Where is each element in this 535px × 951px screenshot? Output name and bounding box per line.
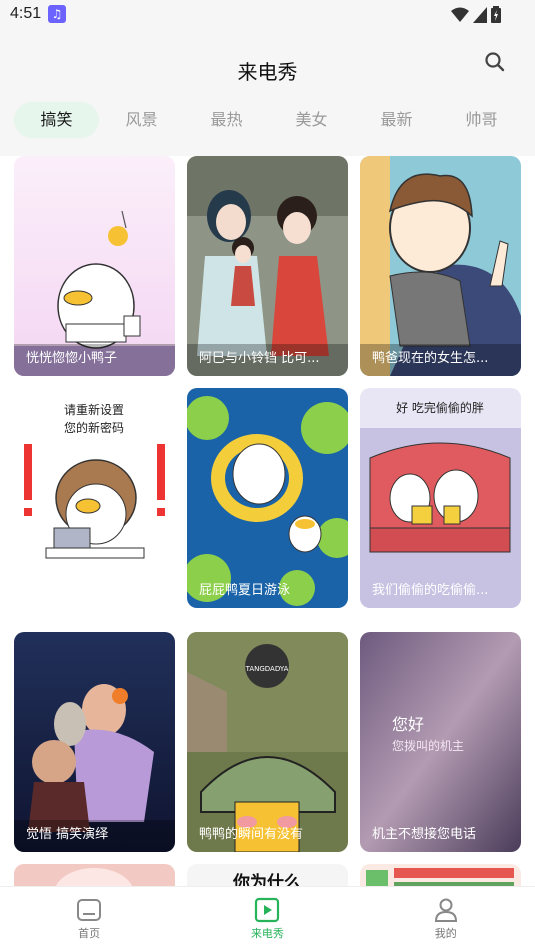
nav-home-label: 首页: [78, 927, 101, 940]
page-title: 来电秀: [237, 60, 298, 84]
card-title: 恍恍惚惚小鸭子: [14, 344, 175, 376]
card-thumbnail: [360, 864, 521, 886]
card-art-text: 您好: [392, 715, 424, 734]
video-card[interactable]: 鸭爸现在的女生怎...: [360, 156, 521, 376]
video-card[interactable]: [14, 864, 175, 886]
tab-hottest[interactable]: 最热: [184, 102, 269, 138]
wifi-icon: [451, 7, 469, 22]
video-card[interactable]: 好 吃完偷偷的胖 我们偷偷的吃偷偷...: [360, 388, 521, 608]
card-thumbnail: [14, 156, 175, 376]
card-thumbnail: 您好 您拨叫的机主: [360, 632, 521, 852]
video-card[interactable]: 你为什么: [187, 864, 348, 886]
card-title: 鸭鸭的瞬间有没有: [199, 827, 304, 842]
bottom-nav: 首页 来电秀 我的: [0, 886, 535, 951]
card-title: 我们偷偷的吃偷偷...: [372, 583, 489, 598]
card-title: 机主不想接您电话: [372, 827, 477, 842]
music-note-icon: ♫: [48, 5, 66, 23]
card-title: 阿巳与小铃铛 比可...: [187, 344, 348, 376]
profile-icon: [434, 898, 457, 922]
ringtone-grid: 恍恍惚惚小鸭子 阿巳与小铃铛 比可... 鸭爸现在的女生怎... 请重新设置 您…: [0, 156, 535, 886]
nav-ringtone-show-label: 来电秀: [250, 927, 284, 940]
card-thumbnail: 好 吃完偷偷的胖: [360, 388, 521, 608]
status-bar: 4:51 ♫: [0, 0, 535, 30]
search-icon: [485, 52, 505, 72]
card-art-text: 您的新密码: [64, 420, 124, 435]
tab-beauty[interactable]: 美女: [269, 102, 354, 138]
card-thumbnail: [360, 156, 521, 376]
card-art-text: 好 吃完偷偷的胖: [396, 400, 484, 415]
signal-icon: [473, 6, 487, 23]
card-art-text: 你为什么: [232, 872, 301, 886]
card-thumbnail: 请重新设置 您的新密码: [14, 388, 175, 608]
video-card[interactable]: TANGDADYA 鸭鸭的瞬间有没有: [187, 632, 348, 852]
play-video-icon: [255, 897, 280, 923]
home-icon: [77, 899, 102, 921]
category-tabs: 搞笑 风景 最热 美女 最新 帅哥: [14, 102, 524, 138]
card-thumbnail: [14, 864, 175, 886]
nav-profile[interactable]: 我的: [357, 887, 535, 951]
card-thumbnail: [14, 632, 175, 852]
nav-home[interactable]: 首页: [0, 887, 178, 951]
video-card[interactable]: 屁屁鸭夏日游泳: [187, 388, 348, 608]
card-title: [14, 576, 175, 608]
card-art-text: TANGDADYA: [245, 665, 289, 673]
video-card[interactable]: 请重新设置 您的新密码: [14, 388, 175, 608]
card-art-text: 您拨叫的机主: [392, 738, 464, 753]
video-card[interactable]: 恍恍惚惚小鸭子: [14, 156, 175, 376]
video-card[interactable]: 您好 您拨叫的机主 机主不想接您电话: [360, 632, 521, 852]
status-indicators: [451, 6, 501, 23]
card-thumbnail: TANGDADYA: [187, 632, 348, 852]
video-card[interactable]: [360, 864, 521, 886]
tab-scenery[interactable]: 风景: [99, 102, 184, 138]
nav-ringtone-show[interactable]: 来电秀: [178, 887, 356, 951]
card-thumbnail: 你为什么: [187, 864, 348, 886]
card-title: 鸭爸现在的女生怎...: [360, 344, 521, 376]
video-card[interactable]: 觉悟 搞笑演绎: [14, 632, 175, 852]
card-art-text: 请重新设置: [64, 402, 124, 417]
status-time: 4:51: [10, 5, 42, 22]
card-title: 屁屁鸭夏日游泳: [199, 583, 291, 598]
card-title: 觉悟 搞笑演绎: [14, 820, 175, 852]
video-card[interactable]: 阿巳与小铃铛 比可...: [187, 156, 348, 376]
search-button[interactable]: [483, 50, 507, 74]
card-thumbnail: [187, 156, 348, 376]
card-thumbnail: [187, 388, 348, 608]
battery-icon: [491, 6, 501, 23]
nav-profile-label: 我的: [434, 927, 457, 940]
tab-handsome[interactable]: 帅哥: [439, 102, 524, 138]
header: 来电秀 搞笑 风景 最热 美女 最新 帅哥: [0, 30, 535, 156]
tab-newest[interactable]: 最新: [354, 102, 439, 138]
tab-funny[interactable]: 搞笑: [14, 102, 99, 138]
